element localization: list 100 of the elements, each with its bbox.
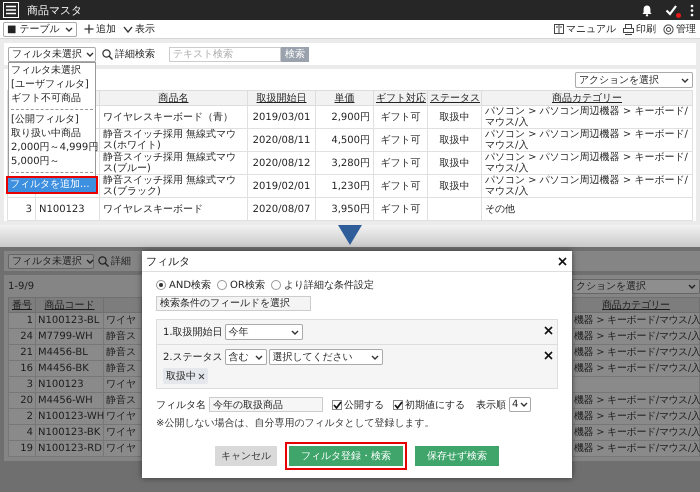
table-cell: M4456-BK [36, 360, 104, 376]
order-select[interactable]: 4 [509, 397, 531, 412]
dropdown-option[interactable]: 取り扱い中商品 [9, 127, 95, 141]
caret-icon [65, 26, 73, 32]
check-icon[interactable] [665, 4, 678, 16]
table-cell: 2019/03/01 [248, 106, 316, 128]
table-cell: 2,900円 [316, 106, 374, 128]
gear-icon [663, 24, 674, 34]
table-cell: 16 [8, 360, 36, 376]
column-header[interactable]: 商品コード [36, 298, 104, 312]
more-icon[interactable] [690, 4, 694, 16]
bell-icon[interactable] [641, 4, 653, 16]
table-cell: 静音ス [104, 392, 142, 408]
dropdown-option[interactable]: フィルタ未選択 [9, 64, 95, 78]
close-icon[interactable] [544, 326, 553, 335]
caret-icon [86, 258, 94, 264]
table-cell: 2020/08/07 [248, 198, 316, 220]
advanced-search-link[interactable]: 詳細 [98, 254, 131, 268]
field-label: 表示順 [476, 398, 506, 412]
table-cell: 静音スイッチ採用 無線式マウス(ホワイト) [100, 128, 248, 152]
condition-label: 1.取扱開始日 [163, 326, 223, 339]
table-cell: N100123-BK [36, 424, 104, 440]
radio-label: AND検索 [169, 278, 212, 292]
menu-icon[interactable] [3, 2, 19, 18]
radio-button[interactable] [270, 280, 281, 290]
table-cell: 2 [8, 408, 36, 424]
table-cell: 機器 > キーボード/マウス/入 [572, 424, 700, 440]
toolbar-link[interactable]: 印刷 [623, 22, 656, 36]
table-cell: 1,230円 [316, 174, 374, 198]
column-header[interactable]: 単価 [316, 90, 374, 106]
radio-button[interactable] [156, 280, 166, 290]
table-cell: ギフト可 [374, 128, 428, 152]
dropdown-group-label: [公開フィルタ] [10, 113, 80, 127]
table-cell: 2019/02/01 [248, 174, 316, 198]
search-icon [98, 256, 109, 266]
toolbar-link[interactable]: マニュアル [554, 22, 616, 36]
search-field[interactable]: テキスト検索 [169, 46, 281, 62]
column-header[interactable]: ギフト対応 [374, 90, 428, 106]
checkbox-label: 公開する [344, 398, 384, 412]
remove-icon[interactable] [198, 372, 205, 380]
caret-icon [520, 402, 528, 407]
field-label: フィルタ名 [156, 398, 206, 412]
close-icon[interactable] [558, 256, 567, 266]
value-tag[interactable]: 取扱中 [163, 368, 208, 384]
column-header[interactable]: 商品名 [100, 90, 248, 106]
filter-name-field[interactable]: 今年の取扱商品 [209, 397, 323, 412]
table-cell: ギフト可 [374, 106, 428, 128]
column-header[interactable]: 取扱開始日 [248, 90, 316, 106]
table-cell: 4 [8, 424, 36, 440]
column-header[interactable]: 番号 [8, 298, 36, 312]
field-select[interactable]: 検索条件のフィールドを選択 [156, 296, 311, 311]
dropdown-option[interactable]: 5,000円～ [9, 155, 95, 169]
column-header[interactable]: 商品カテゴリー [572, 298, 700, 312]
column-header[interactable]: 商品カテゴリー [482, 90, 692, 106]
condition-select[interactable]: 選択してください [268, 349, 383, 365]
down-triangle-icon [338, 225, 362, 245]
table-cell: 機器 > キーボード/マウス/入 [572, 392, 700, 408]
column-header[interactable]: ステータス [428, 90, 482, 106]
caret-icon [370, 354, 379, 360]
table-cell: 3 [8, 376, 36, 392]
table-cell: M4456-BL [36, 344, 104, 360]
dialog-title: フィルタ [146, 254, 190, 268]
add-link[interactable]: 追加 [84, 22, 116, 36]
toolbar-link[interactable]: 管理 [663, 22, 696, 36]
filter-select[interactable]: フィルタ未選択 [8, 254, 94, 268]
check-icon [332, 400, 342, 408]
search-icon [102, 48, 113, 60]
condition-select[interactable]: 含む [224, 349, 267, 365]
table-cell: N100123-WH [36, 408, 104, 424]
checkbox[interactable] [393, 400, 403, 410]
display-link[interactable]: 表示 [123, 22, 155, 36]
table-cell: 4,500円 [316, 128, 374, 152]
table-cell: M7799-WH [36, 328, 104, 344]
table-cell: 機器 > キーボード/マウス/入 [572, 360, 700, 376]
table-cell: 静音スイッチ採用 無線式マウス(ブラック) [100, 174, 248, 198]
table-cell: ギフト可 [374, 174, 428, 198]
caret-icon [254, 354, 263, 360]
dropdown-group-label: [ユーザフィルタ] [10, 78, 90, 92]
radio-button[interactable] [217, 280, 228, 290]
dropdown-option[interactable]: ギフト不可商品 [9, 92, 95, 106]
action-select[interactable]: アクションを選択 [575, 72, 693, 88]
table-cell: 3,950円 [316, 198, 374, 220]
checkbox[interactable] [332, 400, 342, 410]
caret-icon [86, 52, 94, 56]
close-icon[interactable] [544, 351, 553, 360]
table-cell: ワイヤレスキーボード（青） [100, 106, 248, 128]
tag-label: 取扱中 [166, 370, 196, 383]
table-cell: ワイヤレスキーボード [100, 198, 248, 220]
action-select[interactable]: クションを選択 [572, 278, 700, 294]
condition-label: 2.ステータス [163, 351, 223, 364]
condition-select[interactable]: 今年 [224, 324, 303, 340]
chevron-down-icon [123, 24, 133, 34]
dropdown-option[interactable]: 2,000円～4,999円 [9, 141, 95, 155]
view-select[interactable]: ■ テーブル [3, 22, 77, 36]
app-title: 商品マスタ [27, 2, 82, 18]
filter-select[interactable]: フィルタ未選択 [8, 46, 96, 62]
cancel-button[interactable]: キャンセル [215, 446, 277, 466]
advanced-search-link[interactable]: 詳細検索 [102, 47, 155, 61]
plus-icon [84, 24, 94, 34]
table-cell: 1 [8, 312, 36, 328]
